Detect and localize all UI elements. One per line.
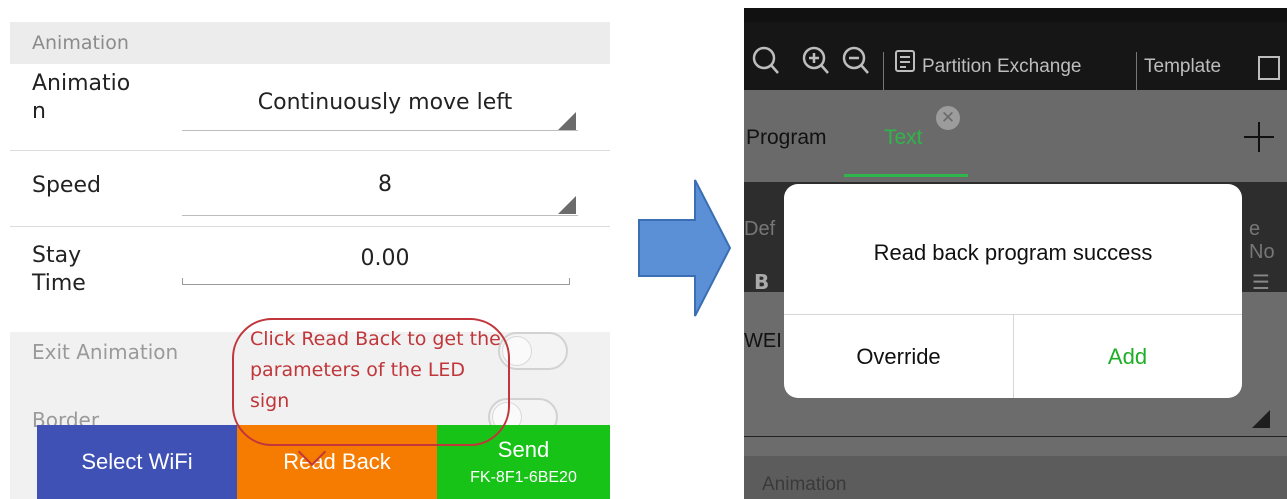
stay-time-input[interactable]: 0.00 xyxy=(190,246,580,271)
align-icon[interactable]: ☰ xyxy=(1252,270,1270,294)
dropdown-corner-icon xyxy=(558,196,576,214)
readback-success-dialog: Read back program success Override Add xyxy=(784,184,1242,398)
bold-button[interactable]: B xyxy=(754,270,769,294)
send-label: Send xyxy=(497,437,550,462)
section-header-label: Animation xyxy=(762,474,847,495)
animation-settings-screen: Animation Animatio n Continuously move l… xyxy=(10,22,610,499)
section-header-label: Animation xyxy=(32,32,129,54)
search-icon[interactable] xyxy=(752,46,780,76)
send-device-id: FK-8F1-6BE20 xyxy=(470,469,577,486)
stay-time-label-line1: Stay xyxy=(32,243,82,268)
zoom-out-icon[interactable] xyxy=(842,46,870,76)
dropdown-corner-icon xyxy=(558,112,576,130)
stay-time-label: Stay Time xyxy=(32,242,86,298)
template-button[interactable]: Template xyxy=(1144,56,1221,78)
stay-time-label-line2: Time xyxy=(32,271,86,296)
arrow-shape xyxy=(638,179,732,317)
partition-exchange-icon xyxy=(895,50,915,72)
add-icon[interactable] xyxy=(1242,120,1276,154)
editor-toolbar: Partition Exchange Template xyxy=(744,22,1287,90)
partition-exchange-button[interactable]: Partition Exchange xyxy=(922,56,1082,78)
toolbar-divider xyxy=(883,52,884,90)
stay-time-input-edge xyxy=(182,278,183,285)
right-arrow-icon xyxy=(638,179,732,317)
callout-text: Click Read Back to get the parameters of… xyxy=(250,328,501,412)
animation-label-line2: n xyxy=(32,99,46,124)
animation-underline xyxy=(182,130,578,131)
override-button[interactable]: Override xyxy=(784,315,1013,398)
select-wifi-label: Select WiFi xyxy=(81,449,193,474)
program-tabs: Program Text ✕ xyxy=(744,90,1287,182)
tab-program[interactable]: Program xyxy=(746,126,827,150)
tab-text[interactable]: Text xyxy=(884,126,923,150)
stay-time-input-underline xyxy=(182,284,570,285)
speed-select[interactable]: 8 xyxy=(190,172,580,197)
section-header: Animation xyxy=(744,456,1287,499)
exit-animation-label: Exit Animation xyxy=(32,340,179,364)
toolbar-divider xyxy=(1136,52,1137,90)
add-button[interactable]: Add xyxy=(1013,315,1242,398)
divider xyxy=(10,226,610,227)
select-wifi-button[interactable]: Select WiFi xyxy=(37,425,237,499)
speed-underline xyxy=(182,215,578,216)
speed-label: Speed xyxy=(32,173,101,198)
dialog-message: Read back program success xyxy=(873,240,1153,265)
partial-label: e No xyxy=(1249,218,1275,263)
close-tab-icon[interactable]: ✕ xyxy=(936,106,960,130)
animation-select[interactable]: Continuously move left xyxy=(190,90,580,115)
tab-text-underline xyxy=(844,174,968,177)
animation-label-line1: Animatio xyxy=(32,71,131,96)
divider xyxy=(10,150,610,151)
animation-label: Animatio n xyxy=(32,70,130,126)
checkbox-icon[interactable] xyxy=(1258,56,1280,80)
callout-bubble: Click Read Back to get the parameters of… xyxy=(232,318,510,446)
font-select-partial[interactable]: Def xyxy=(744,218,775,241)
stay-time-input-edge xyxy=(569,278,570,285)
divider xyxy=(744,436,1287,437)
status-strip xyxy=(744,8,1287,22)
section-header: Animation xyxy=(10,22,610,64)
text-content-partial[interactable]: WEI xyxy=(744,330,782,353)
zoom-in-icon[interactable] xyxy=(802,46,830,76)
dropdown-corner-icon xyxy=(1252,410,1270,428)
